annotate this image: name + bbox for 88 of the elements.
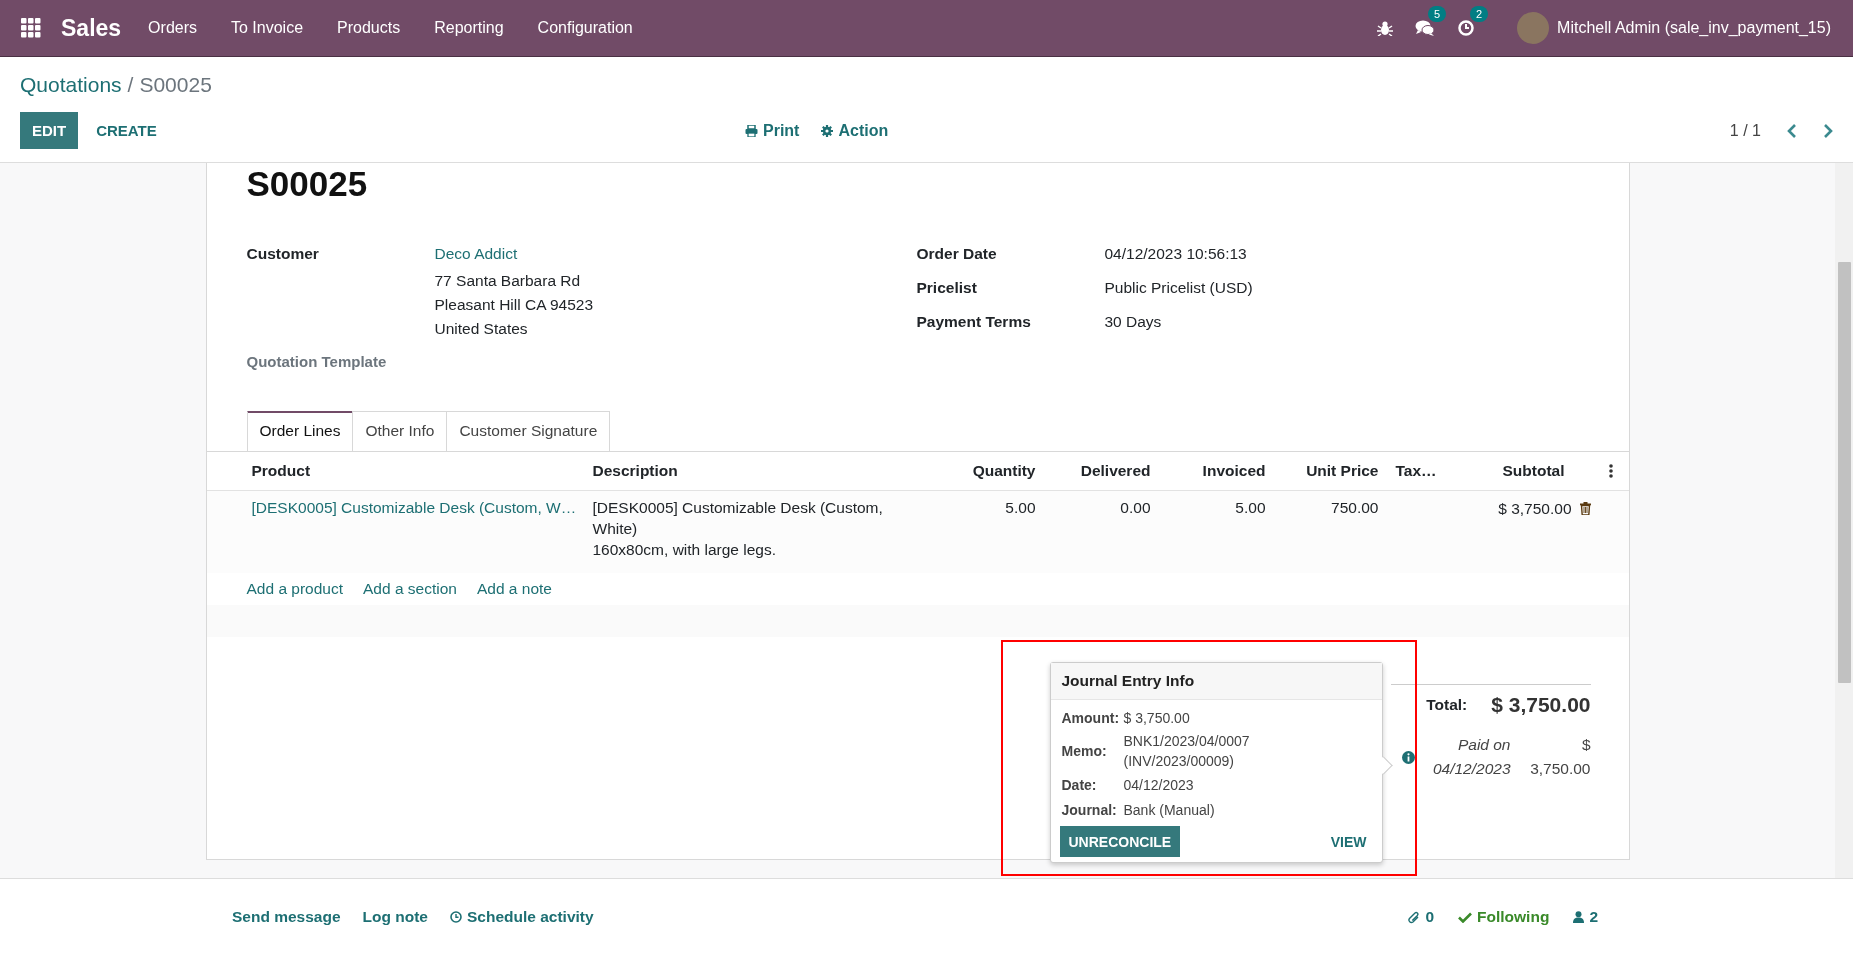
column-header[interactable]: Description — [587, 462, 934, 480]
following-button[interactable]: Following — [1458, 908, 1550, 926]
total-amount: $ 3,750.00 — [1491, 693, 1591, 717]
clock-icon[interactable] — [1457, 19, 1476, 37]
info-label: Amount: — [1061, 709, 1121, 726]
table-cell: 5.00 — [1235, 499, 1266, 516]
breadcrumb-separator: / — [127, 73, 134, 97]
paperclip-icon — [1408, 910, 1421, 924]
field-label: Order Date — [916, 244, 998, 264]
printer-icon — [745, 124, 758, 137]
trash-icon[interactable] — [1579, 502, 1591, 515]
table-cell: 0.00 — [1120, 499, 1151, 516]
scrollbar-thumb[interactable] — [1838, 262, 1851, 683]
column-header[interactable]: Product — [246, 462, 588, 480]
edit-button[interactable]: EDIT — [20, 112, 79, 149]
chevron-right-icon[interactable] — [1823, 123, 1833, 138]
field-label: Quotation Template — [246, 352, 388, 372]
description-text: [DESK0005] Customizable Desk (Custom, White) — [592, 498, 884, 539]
field-label: Pricelist — [916, 278, 978, 298]
payment-date: Paid on 04/12/2023 — [1431, 735, 1511, 779]
field-value: 30 Days — [1104, 312, 1162, 332]
pager-value[interactable]: 1 / 1 — [1729, 121, 1761, 140]
attachments-button[interactable]: 0 — [1408, 908, 1435, 926]
info-value: 04/12/2023 — [1123, 775, 1195, 795]
clock-icon — [450, 911, 462, 923]
address-line: United States — [434, 319, 529, 339]
description-text: 160x80cm, with large legs. — [592, 540, 777, 560]
info-label: Journal: — [1061, 801, 1118, 818]
breadcrumb-link[interactable]: Quotations — [20, 73, 122, 97]
column-header[interactable]: Delivered — [1047, 462, 1163, 480]
menu-item[interactable]: Configuration — [520, 19, 650, 37]
bug-icon[interactable] — [1377, 20, 1394, 36]
payment-amount: $ 3,750.00 — [1529, 735, 1591, 779]
table-cell: 5.00 — [1005, 499, 1036, 516]
info-value: BNK1/2023/04/0007 (INV/2023/00009) — [1123, 732, 1251, 771]
menu-item[interactable]: To Invoice — [214, 19, 321, 37]
column-header[interactable]: Unit Price — [1277, 462, 1391, 480]
count-badge: 2 — [1470, 6, 1489, 22]
view-button[interactable]: VIEW — [1321, 826, 1373, 857]
user-icon — [1573, 911, 1585, 923]
app-name[interactable]: Sales — [61, 14, 122, 42]
add-line-link[interactable]: Add a product — [246, 580, 343, 598]
column-header[interactable]: Tax… — [1390, 462, 1451, 480]
info-icon[interactable] — [1401, 750, 1415, 764]
table-cell-text: $ 3,750.00 — [1498, 499, 1572, 519]
tab[interactable]: Customer Signature — [446, 411, 611, 451]
field-value: Public Pricelist (USD) — [1104, 278, 1253, 298]
column-header[interactable]: Invoiced — [1162, 462, 1278, 480]
unreconcile-button[interactable]: UNRECONCILE — [1059, 826, 1181, 857]
info-label: Date: — [1061, 776, 1098, 793]
popover-title: Journal Entry Info — [1050, 663, 1382, 700]
add-line-link[interactable]: Add a section — [363, 580, 457, 598]
field-label: Payment Terms — [916, 312, 1032, 332]
record-title: S00025 — [245, 164, 369, 204]
address-line: Pleasant Hill CA 94523 — [434, 295, 594, 315]
menu-item[interactable]: Orders — [131, 19, 214, 37]
add-line-link[interactable]: Add a note — [476, 580, 552, 598]
customer-link[interactable]: Deco Addict — [434, 242, 594, 266]
chat-icon[interactable] — [1415, 19, 1436, 37]
column-header[interactable]: Quantity — [933, 462, 1048, 480]
address-line: 77 Santa Barbara Rd — [434, 271, 582, 291]
log-note-link[interactable]: Log note — [362, 908, 428, 926]
print-menu[interactable]: Print — [745, 121, 800, 140]
app-grid-icon[interactable] — [21, 18, 41, 38]
gear-icon — [821, 124, 834, 137]
count-badge: 5 — [1428, 6, 1447, 22]
tab[interactable]: Order Lines — [246, 411, 354, 451]
info-value: Bank (Manual) — [1123, 800, 1216, 820]
info-label: Memo: — [1061, 743, 1108, 759]
product-link[interactable]: [DESK0005] Customizable Desk (Custom, W… — [251, 499, 577, 516]
table-cell: 750.00 — [1331, 499, 1379, 516]
user-name[interactable]: Mitchell Admin (sale_inv_payment_15) — [1557, 19, 1831, 37]
chevron-left-icon[interactable] — [1787, 123, 1797, 138]
check-icon — [1458, 911, 1473, 923]
info-value: $ 3,750.00 — [1123, 708, 1191, 728]
create-button[interactable]: CREATE — [84, 112, 169, 149]
action-menu[interactable]: Action — [821, 121, 889, 140]
field-value: 04/12/2023 10:56:13 — [1104, 244, 1247, 264]
schedule-activity-link[interactable]: Schedule activity — [450, 908, 594, 926]
breadcrumb-current: S00025 — [139, 73, 212, 97]
kebab-icon[interactable] — [1608, 464, 1613, 478]
menu-item[interactable]: Reporting — [417, 19, 521, 37]
field-label: Customer — [246, 244, 320, 264]
total-label: Total: — [1426, 696, 1468, 714]
send-message-link[interactable]: Send message — [232, 908, 341, 926]
followers-button[interactable]: 2 — [1573, 908, 1598, 926]
menu-item[interactable]: Products — [320, 19, 418, 37]
column-header[interactable]: Subtotal — [1450, 462, 1591, 480]
